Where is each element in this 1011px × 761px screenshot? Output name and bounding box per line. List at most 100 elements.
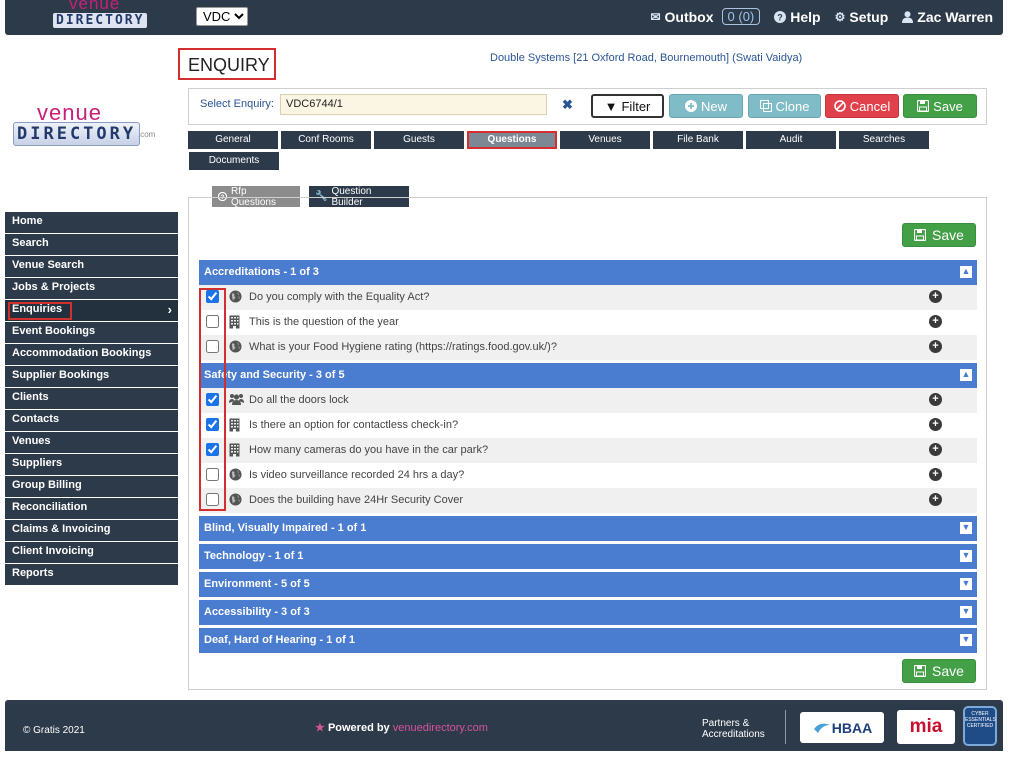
- sidebar-item-venue-search[interactable]: Venue Search: [5, 256, 178, 277]
- new-button[interactable]: New: [669, 94, 743, 118]
- tab-conf-rooms[interactable]: Conf Rooms: [281, 131, 371, 149]
- globe-icon: [229, 493, 243, 507]
- outbox-label: Outbox: [664, 8, 714, 25]
- ban-icon: [833, 100, 846, 112]
- setup-link[interactable]: ⚙ Setup: [835, 9, 889, 25]
- expand-icon[interactable]: ▼: [960, 606, 972, 618]
- floppy-disk-icon: [914, 229, 927, 241]
- collapse-icon[interactable]: ▲: [960, 266, 972, 278]
- group-header[interactable]: Safety and Security - 3 of 5 ▲: [199, 363, 977, 388]
- expand-icon[interactable]: ▼: [960, 550, 972, 562]
- cancel-button[interactable]: Cancel: [825, 94, 899, 118]
- question-row: Do all the doors lock +: [199, 388, 977, 413]
- user-menu[interactable]: Zac Warren: [902, 9, 993, 25]
- top-logo[interactable]: venue DIRECTORY: [53, 0, 148, 32]
- question-checkbox[interactable]: [206, 468, 219, 481]
- sidebar-item-event-bookings[interactable]: Event Bookings: [5, 322, 178, 343]
- question-row: How many cameras do you have in the car …: [199, 438, 977, 463]
- tab-guests[interactable]: Guests: [374, 131, 464, 149]
- outbox-count-badge: 0 (0): [721, 8, 761, 25]
- group-title: Safety and Security - 3 of 5: [204, 369, 345, 381]
- question-text: Is video surveillance recorded 24 hrs a …: [249, 469, 465, 481]
- tab-questions[interactable]: Questions: [467, 131, 557, 149]
- partners-line2: Accreditations: [702, 729, 765, 740]
- sidebar-item-home[interactable]: Home: [5, 212, 178, 233]
- filter-button[interactable]: ▼ Filter: [591, 94, 664, 118]
- tab-audit[interactable]: Audit: [746, 131, 836, 149]
- plus-circle-icon[interactable]: +: [929, 493, 942, 506]
- plus-circle-icon[interactable]: +: [929, 418, 942, 431]
- save-button-top[interactable]: Save: [903, 94, 977, 118]
- sidebar-item-search[interactable]: Search: [5, 234, 178, 255]
- question-checkbox[interactable]: [206, 418, 219, 431]
- group-header[interactable]: Blind, Visually Impaired - 1 of 1 ▼: [199, 516, 977, 541]
- mia-logo[interactable]: mia: [897, 710, 955, 744]
- group-title: Technology - 1 of 1: [204, 550, 304, 562]
- question-checkbox[interactable]: [206, 443, 219, 456]
- plus-circle-icon[interactable]: +: [929, 393, 942, 406]
- company-select[interactable]: VDC: [196, 7, 248, 26]
- new-label: New: [700, 98, 727, 114]
- sidebar-item-client-invoicing[interactable]: Client Invoicing: [5, 542, 178, 563]
- sidebar-item-claims-invoicing[interactable]: Claims & Invoicing: [5, 520, 178, 541]
- client-info[interactable]: Double Systems [21 Oxford Road, Bournemo…: [490, 52, 802, 64]
- cyber-text: CYBER ESSENTIALS CERTIFIED: [965, 711, 996, 729]
- question-checkbox[interactable]: [206, 340, 219, 353]
- sidebar-item-enquiries[interactable]: Enquiries ›: [5, 300, 178, 321]
- sidebar-item-reconciliation[interactable]: Reconciliation: [5, 498, 178, 519]
- sidebar-item-label: Reports: [12, 567, 54, 579]
- sidebar-item-supplier-bookings[interactable]: Supplier Bookings: [5, 366, 178, 387]
- user-icon: [902, 10, 914, 23]
- sidebar-item-contacts[interactable]: Contacts: [5, 410, 178, 431]
- save-button-bottom[interactable]: Save: [902, 659, 976, 683]
- question-checkbox[interactable]: [206, 493, 219, 506]
- logo-venue-text: venue: [69, 0, 121, 13]
- save-button[interactable]: Save: [902, 223, 976, 247]
- question-checkbox[interactable]: [206, 315, 219, 328]
- plus-circle-icon[interactable]: +: [929, 443, 942, 456]
- outbox-link[interactable]: ✉ Outbox 0 (0): [650, 8, 761, 25]
- sidebar-item-label: Supplier Bookings: [12, 369, 110, 381]
- sidebar-item-label: Accommodation Bookings: [12, 347, 152, 359]
- brand-logo[interactable]: venue DIRECTORY .com: [13, 100, 163, 160]
- tab-general[interactable]: General: [188, 131, 278, 149]
- sidebar-item-label: Suppliers: [12, 457, 63, 469]
- logo-directory-text: DIRECTORY: [13, 122, 141, 146]
- top-bar: venue DIRECTORY VDC ✉ Outbox 0 (0) ? Hel…: [5, 0, 1003, 35]
- sidebar-item-venues[interactable]: Venues: [5, 432, 178, 453]
- sidebar-item-clients[interactable]: Clients: [5, 388, 178, 409]
- sidebar-item-jobs-projects[interactable]: Jobs & Projects: [5, 278, 178, 299]
- plus-circle-icon[interactable]: +: [929, 290, 942, 303]
- sidebar-item-accommodation-bookings[interactable]: Accommodation Bookings: [5, 344, 178, 365]
- tab-file-bank[interactable]: File Bank: [653, 131, 743, 149]
- group-header[interactable]: Accessibility - 3 of 3 ▼: [199, 600, 977, 625]
- sidebar-item-suppliers[interactable]: Suppliers: [5, 454, 178, 475]
- save-label: Save: [932, 663, 964, 679]
- plus-circle-icon[interactable]: +: [929, 340, 942, 353]
- enquiry-input[interactable]: VDC6744/1: [280, 94, 547, 115]
- tab-documents[interactable]: Documents: [189, 152, 279, 170]
- question-checkbox[interactable]: [206, 290, 219, 303]
- powered-by[interactable]: ★ Powered by venuedirectory.com: [315, 721, 488, 734]
- help-link[interactable]: ? Help: [774, 9, 821, 25]
- clear-icon[interactable]: ✖: [562, 97, 573, 113]
- group-header[interactable]: Environment - 5 of 5 ▼: [199, 572, 977, 597]
- expand-icon[interactable]: ▼: [960, 634, 972, 646]
- group-header[interactable]: Accreditations - 1 of 3 ▲: [199, 260, 977, 285]
- plus-circle-icon[interactable]: +: [929, 315, 942, 328]
- group-header[interactable]: Deaf, Hard of Hearing - 1 of 1 ▼: [199, 628, 977, 653]
- group-title: Blind, Visually Impaired - 1 of 1: [204, 522, 367, 534]
- expand-icon[interactable]: ▼: [960, 522, 972, 534]
- collapse-icon[interactable]: ▲: [960, 369, 972, 381]
- question-checkbox[interactable]: [206, 393, 219, 406]
- clone-button[interactable]: Clone: [748, 94, 821, 118]
- group-header[interactable]: Technology - 1 of 1 ▼: [199, 544, 977, 569]
- question-row: What is your Food Hygiene rating (https:…: [199, 335, 977, 360]
- expand-icon[interactable]: ▼: [960, 578, 972, 590]
- sidebar-item-group-billing[interactable]: Group Billing: [5, 476, 178, 497]
- hbaa-logo[interactable]: HBAA: [800, 712, 884, 743]
- sidebar-item-reports[interactable]: Reports: [5, 564, 178, 585]
- tab-venues[interactable]: Venues: [560, 131, 650, 149]
- tab-searches[interactable]: Searches: [839, 131, 929, 149]
- plus-circle-icon[interactable]: +: [929, 468, 942, 481]
